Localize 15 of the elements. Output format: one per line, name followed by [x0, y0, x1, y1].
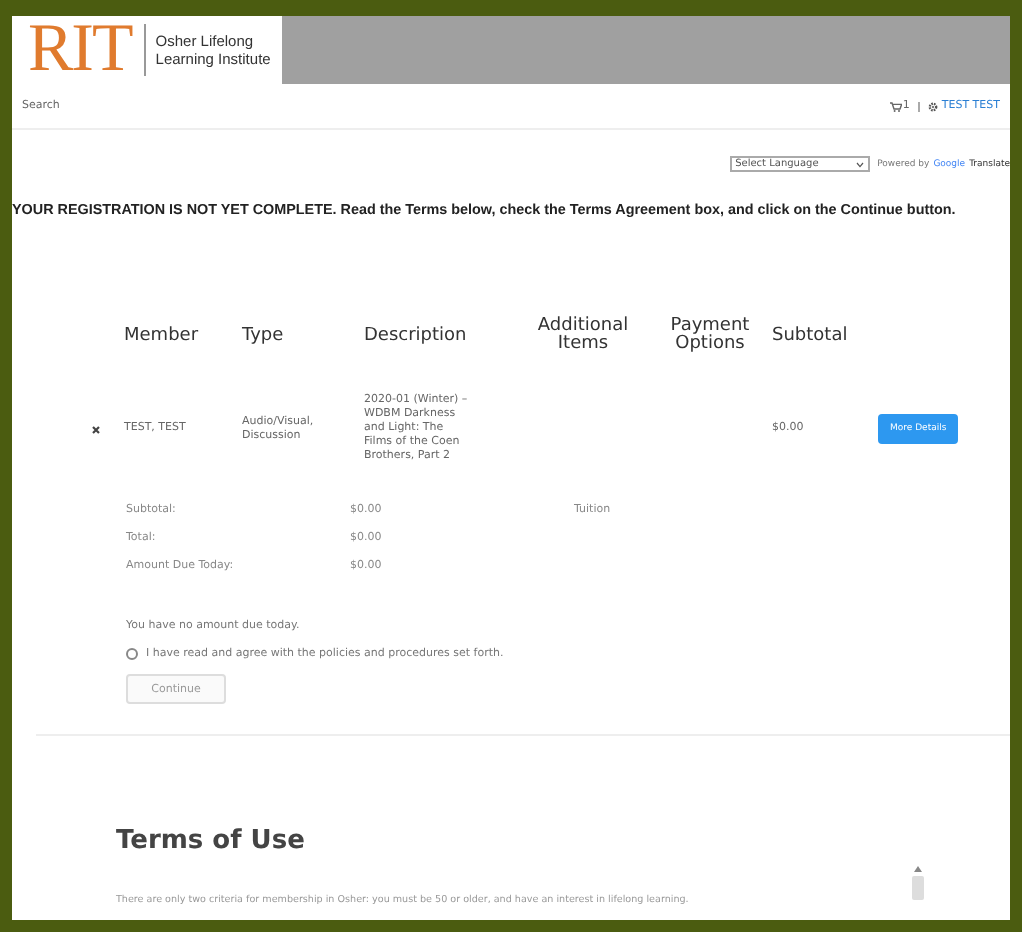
caret-icon[interactable]	[855, 161, 864, 167]
remove-icon[interactable]	[92, 425, 100, 433]
column-header: Type	[242, 327, 286, 345]
column-header: Member	[124, 327, 201, 345]
logo[interactable]: RIT	[12, 16, 144, 84]
column-header: Subtotal	[772, 327, 850, 345]
gear-icon[interactable]	[927, 101, 938, 111]
cart-icon[interactable]	[890, 101, 903, 111]
terms-title: Terms of Use	[116, 826, 307, 856]
column-header: Description	[364, 327, 469, 345]
scroll-up-icon[interactable]	[914, 866, 922, 872]
column-header: Payment Options	[668, 318, 752, 354]
agree-radio[interactable]	[126, 648, 138, 660]
scrollbar-thumb[interactable]	[912, 876, 924, 900]
column-header: Additional Items	[535, 318, 631, 354]
